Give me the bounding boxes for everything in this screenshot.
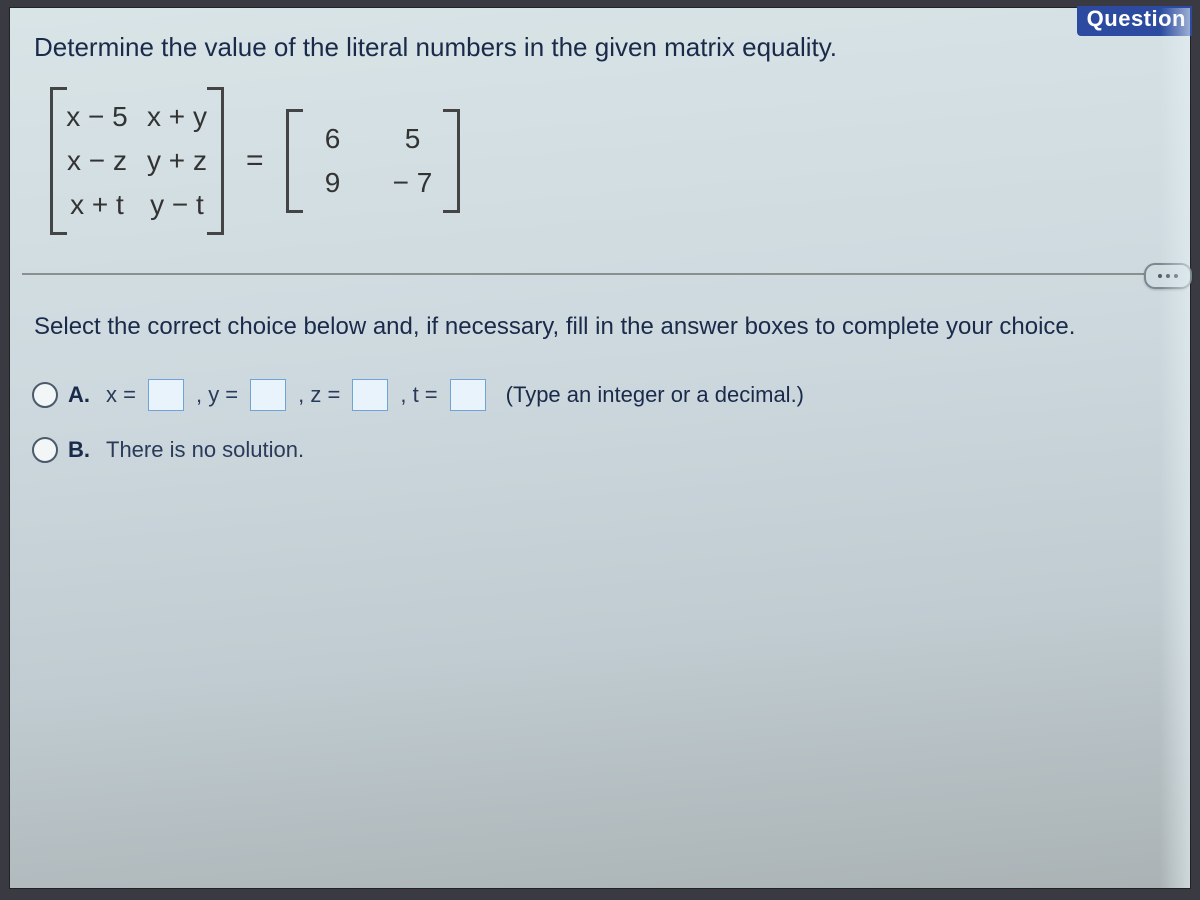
choice-a-hint: (Type an integer or a decimal.) [506,382,804,408]
y-input[interactable] [250,379,286,411]
question-prompt: Determine the value of the literal numbe… [10,8,1190,71]
x-equals-label: x = [106,382,136,408]
more-button[interactable] [1144,263,1192,289]
choice-a-radio[interactable] [32,382,58,408]
matrix-cell: 5 [382,123,444,155]
header-fragment: Question [1077,6,1192,36]
matrix-cell: 6 [302,123,364,155]
z-equals-label: , z = [298,382,340,408]
choice-a-row: A. x = , y = , z = , t = (Type an intege… [32,369,1168,427]
ellipsis-icon [1158,274,1178,278]
answer-instruction: Select the correct choice below and, if … [10,275,1190,349]
matrix-cell: − 7 [382,167,444,199]
choice-b-text: There is no solution. [106,437,304,463]
matrix-cell: x + t [66,189,128,221]
matrix-cell: x + y [146,101,208,133]
t-equals-label: , t = [400,382,437,408]
matrix-cell: y + z [146,145,208,177]
left-matrix: x − 5 x + y x − z y + z x + t y − t [50,87,224,235]
matrix-cell: 9 [302,167,364,199]
choice-a-label: A. [68,382,92,408]
question-panel: Question Determine the value of the lite… [10,8,1190,888]
t-input[interactable] [450,379,486,411]
matrix-cell: x − z [66,145,128,177]
matrix-equation: x − 5 x + y x − z y + z x + t y − t = 6 … [10,71,1190,245]
matrix-cell: y − t [146,189,208,221]
y-equals-label: , y = [196,382,238,408]
z-input[interactable] [352,379,388,411]
choice-b-row: B. There is no solution. [32,427,1168,479]
choice-b-radio[interactable] [32,437,58,463]
answer-choices: A. x = , y = , z = , t = (Type an intege… [10,349,1190,499]
right-matrix: 6 5 9 − 7 [286,109,460,213]
equals-sign: = [242,144,268,178]
matrix-cell: x − 5 [66,101,128,133]
choice-b-label: B. [68,437,92,463]
x-input[interactable] [148,379,184,411]
